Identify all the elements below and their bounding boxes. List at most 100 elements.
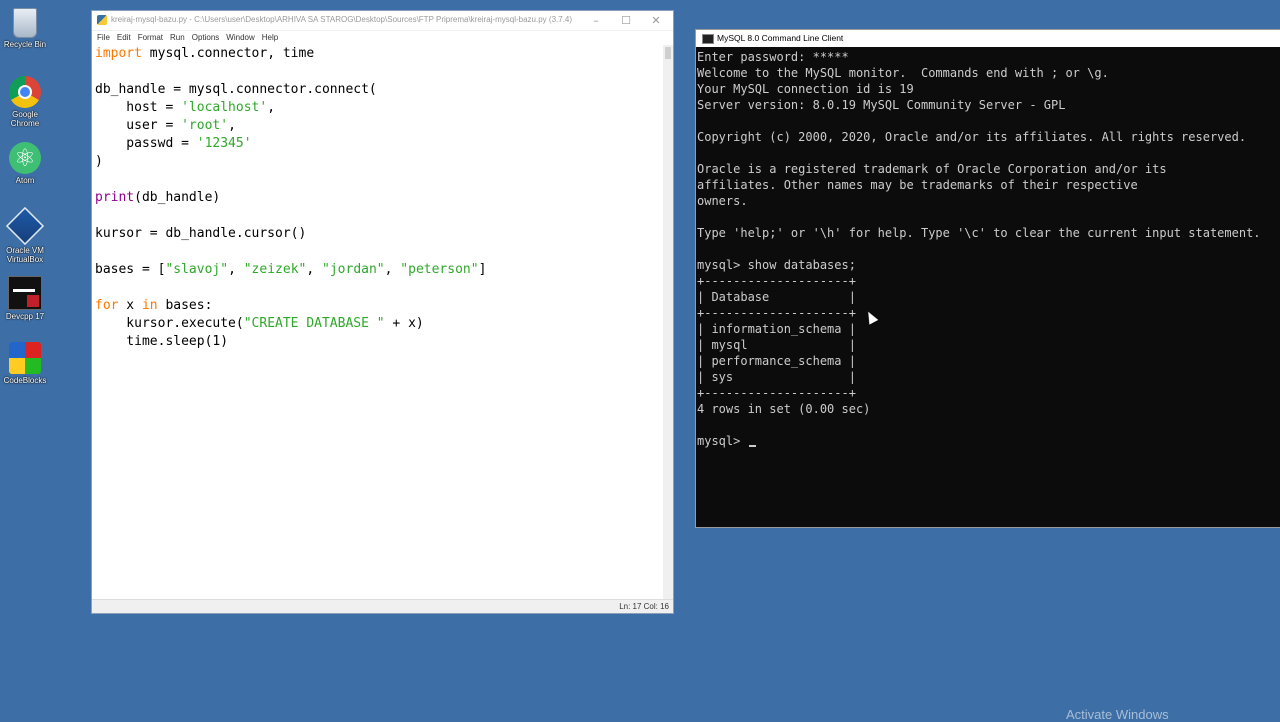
code-text: bases = [ (95, 262, 166, 277)
maximize-button[interactable]: ☐ (611, 11, 641, 30)
code-editor[interactable]: import mysql.connector, time db_handle =… (95, 45, 661, 599)
desktop-icon-codeblocks[interactable]: CodeBlocks (2, 342, 48, 385)
code-text: , (267, 100, 276, 115)
desktop-icon-label: Recycle Bin (3, 40, 47, 49)
menu-window[interactable]: Window (224, 31, 259, 45)
console-line: Type 'help;' or '\h' for help. Type '\c'… (697, 226, 1261, 240)
virtualbox-icon (5, 206, 45, 246)
editor-titlebar[interactable]: kreiraj-mysql-bazu.py - C:\Users\user\De… (92, 11, 673, 31)
console-line: Enter password: ***** (697, 50, 849, 64)
code-text: ] (478, 262, 487, 277)
console-line: +--------------------+ (697, 274, 856, 288)
menu-run[interactable]: Run (168, 31, 190, 45)
string-literal: "CREATE DATABASE " (243, 316, 385, 331)
code-text: user = (95, 118, 182, 133)
string-literal: "zeizek" (243, 262, 307, 277)
console-line: owners. (697, 194, 748, 208)
desktop-icon-label: Oracle VM VirtualBox (6, 246, 44, 264)
builtin: print (95, 190, 135, 205)
console-line: | mysql | (697, 338, 856, 352)
code-text: , (228, 262, 244, 277)
desktop-icon-label: Atom (15, 176, 35, 185)
console-line: Welcome to the MySQL monitor. Commands e… (697, 66, 1109, 80)
code-line: host = 'localhost', (95, 99, 661, 117)
devcpp-icon (8, 276, 42, 310)
code-line: kursor = db_handle.cursor() (95, 226, 307, 241)
code-line: db_handle = mysql.connector.connect( (95, 82, 377, 97)
string-literal: 'root' (181, 118, 229, 133)
keyword: import (95, 46, 142, 61)
menu-options[interactable]: Options (190, 31, 225, 45)
console-icon (702, 34, 714, 44)
console-prompt: mysql> (697, 434, 748, 448)
code-line: time.sleep(1) (95, 334, 229, 349)
desktop-icon-label: Google Chrome (10, 110, 40, 128)
code-line: passwd = '12345' (95, 135, 661, 153)
codeblocks-icon (9, 342, 41, 374)
console-line: Server version: 8.0.19 MySQL Community S… (697, 98, 1066, 112)
editor-vertical-scrollbar[interactable] (663, 45, 673, 599)
editor-menubar: File Edit Format Run Options Window Help (92, 31, 673, 45)
console-line: +--------------------+ (697, 306, 856, 320)
menu-format[interactable]: Format (136, 31, 168, 45)
code-line: for x in bases: (95, 297, 661, 315)
code-text: (db_handle) (134, 190, 221, 205)
desktop-icon-recycle-bin[interactable]: Recycle Bin (2, 8, 48, 49)
console-line: Copyright (c) 2000, 2020, Oracle and/or … (697, 130, 1247, 144)
console-prompt-line[interactable]: mysql> (697, 433, 1280, 449)
idle-editor-window[interactable]: kreiraj-mysql-bazu.py - C:\Users\user\De… (91, 10, 674, 614)
code-text: , (384, 262, 401, 277)
editor-statusbar: Ln: 17 Col: 16 (92, 599, 673, 613)
code-text: , (228, 118, 236, 133)
minimize-button[interactable]: – (581, 11, 611, 30)
console-line: mysql> show databases; (697, 258, 856, 272)
console-lines: Enter password: ***** Welcome to the MySQ… (697, 49, 1280, 433)
menu-edit[interactable]: Edit (115, 31, 136, 45)
desktop-icon-virtualbox[interactable]: Oracle VM VirtualBox (2, 206, 48, 264)
console-line: | performance_schema | (697, 354, 856, 368)
console-line: | information_schema | (697, 322, 856, 336)
desktop-icon-chrome[interactable]: Google Chrome (2, 76, 48, 128)
code-text: , (306, 262, 323, 277)
code-line: bases = ["slavoj", "zeizek", "jordan", "… (95, 261, 661, 279)
code-text: mysql.connector, time (141, 46, 315, 61)
console-titlebar[interactable]: MySQL 8.0 Command Line Client (696, 30, 1280, 47)
console-output[interactable]: Enter password: ***** Welcome to the MySQ… (697, 49, 1280, 527)
console-title: MySQL 8.0 Command Line Client (717, 33, 844, 43)
code-text: + x) (384, 316, 424, 331)
atom-icon (9, 142, 41, 174)
desktop-icon-label: CodeBlocks (3, 376, 47, 385)
code-line: import mysql.connector, time (95, 45, 661, 63)
console-line: Your MySQL connection id is 19 (697, 82, 914, 96)
mysql-console-window[interactable]: MySQL 8.0 Command Line Client Enter pass… (695, 29, 1280, 528)
desktop-icon-atom[interactable]: Atom (2, 142, 48, 185)
console-line: | Database | (697, 290, 856, 304)
code-text: passwd = (95, 136, 197, 151)
code-text: host = (95, 100, 182, 115)
menu-file[interactable]: File (95, 31, 115, 45)
string-literal: "slavoj" (165, 262, 229, 277)
text-cursor (748, 445, 756, 447)
console-line: +--------------------+ (697, 386, 856, 400)
console-line: Oracle is a registered trademark of Orac… (697, 162, 1167, 176)
cursor-position: Ln: 17 Col: 16 (619, 602, 669, 611)
recycle-bin-icon (13, 8, 37, 38)
close-button[interactable]: ✕ (641, 11, 671, 30)
code-text: x (118, 298, 142, 313)
code-line: print(db_handle) (95, 189, 661, 207)
code-line: kursor.execute("CREATE DATABASE " + x) (95, 315, 661, 333)
scrollbar-thumb[interactable] (665, 47, 671, 59)
desktop-icon-devcpp[interactable]: Devcpp 17 (2, 276, 48, 321)
menu-help[interactable]: Help (260, 31, 283, 45)
desktop-icon-label: Devcpp 17 (5, 312, 45, 321)
